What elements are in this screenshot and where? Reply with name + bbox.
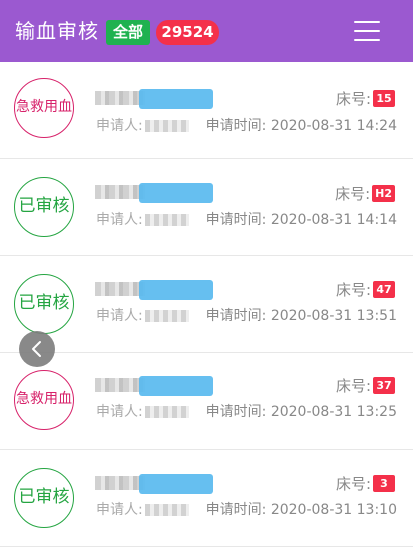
app-screen: 输血审核 全部 29524 急救用血 床号: 15 申请人: 申请时间: 2020…: [0, 0, 413, 551]
applicant-name-redacted: [144, 406, 189, 418]
patient-name-redacted: [95, 183, 213, 203]
bed-badge: H2: [372, 185, 395, 202]
status-stamp: 急救用血: [14, 370, 74, 430]
bed-badge: 15: [373, 90, 395, 107]
bed-number: 床号: 47: [336, 279, 395, 300]
bed-number: 床号: H2: [335, 183, 395, 204]
top-bar: 输血审核 全部 29524: [0, 0, 413, 62]
bed-badge: 47: [373, 281, 395, 298]
applicant: 申请人:: [96, 209, 189, 229]
applicant-name-redacted: [144, 120, 189, 132]
list-item[interactable]: 急救用血 床号: 37 申请人: 申请时间: 2020-08-31 13:25: [0, 353, 413, 450]
request-time: 申请时间: 2020-08-31 14:14: [205, 212, 397, 228]
chevron-left-icon: [32, 341, 41, 357]
applicant-name-redacted: [144, 504, 189, 516]
applicant-name-redacted: [144, 310, 189, 322]
patient-name-redacted: [95, 474, 213, 494]
list-item[interactable]: 已审核 床号: 47 申请人: 申请时间: 2020-08-31 13:51: [0, 256, 413, 353]
bed-badge: 3: [373, 475, 395, 492]
request-time: 申请时间: 2020-08-31 14:24: [205, 118, 397, 134]
list-item[interactable]: 已审核 床号: H2 申请人: 申请时间: 2020-08-31 14:14: [0, 159, 413, 256]
request-time: 申请时间: 2020-08-31 13:51: [205, 308, 397, 324]
page-title: 输血审核: [15, 19, 99, 43]
applicant: 申请人:: [96, 499, 189, 519]
applicant-name-redacted: [144, 214, 189, 226]
patient-name-redacted: [95, 89, 213, 109]
patient-name-redacted: [95, 376, 213, 396]
bed-number: 床号: 37: [336, 375, 395, 396]
bed-number: 床号: 3: [336, 473, 395, 494]
total-count-badge: 29524: [156, 20, 219, 45]
patient-name-redacted: [95, 280, 213, 300]
list-item[interactable]: 已审核 床号: 3 申请人: 申请时间: 2020-08-31 13:10: [0, 450, 413, 547]
applicant: 申请人:: [96, 305, 189, 325]
back-button[interactable]: [19, 331, 55, 367]
hamburger-menu-icon[interactable]: [352, 18, 382, 44]
status-stamp: 已审核: [14, 468, 74, 528]
bed-badge: 37: [373, 377, 395, 394]
request-time: 申请时间: 2020-08-31 13:10: [205, 502, 397, 518]
applicant: 申请人:: [96, 115, 189, 135]
status-stamp: 已审核: [14, 274, 74, 334]
list-item[interactable]: 急救用血 床号: 15 申请人: 申请时间: 2020-08-31 14:24: [0, 62, 413, 159]
filter-all-badge[interactable]: 全部: [106, 20, 151, 45]
status-stamp: 急救用血: [14, 78, 74, 138]
applicant: 申请人:: [96, 401, 189, 421]
bed-number: 床号: 15: [336, 88, 395, 109]
request-time: 申请时间: 2020-08-31 13:25: [205, 404, 397, 420]
request-list: 急救用血 床号: 15 申请人: 申请时间: 2020-08-31 14:24 已…: [0, 62, 413, 547]
status-stamp: 已审核: [14, 177, 74, 237]
